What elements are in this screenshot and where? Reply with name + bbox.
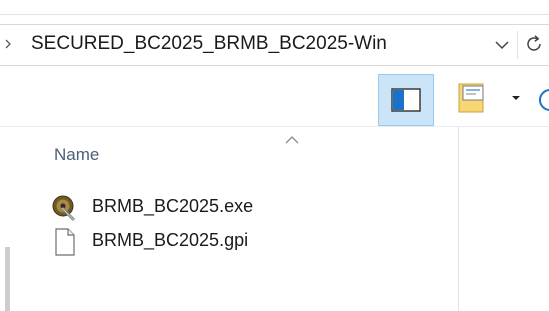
file-list: BRMB_BC2025.exe BRMB_BC2025.gpi	[52, 192, 452, 260]
view-toolbar	[0, 66, 549, 126]
file-row-gpi[interactable]: BRMB_BC2025.gpi	[52, 226, 372, 260]
file-name[interactable]: BRMB_BC2025.exe	[92, 196, 253, 217]
refresh-icon[interactable]	[525, 34, 545, 54]
details-pane-icon	[458, 83, 484, 113]
details-pane-button[interactable]	[454, 76, 498, 124]
file-name[interactable]: BRMB_BC2025.gpi	[92, 230, 248, 251]
breadcrumb-chevron-icon[interactable]	[4, 36, 14, 52]
preview-pane-button[interactable]	[378, 74, 434, 126]
address-divider	[517, 31, 518, 59]
column-header-name[interactable]: Name	[54, 145, 99, 165]
preview-pane-icon	[391, 88, 421, 112]
file-row-exe[interactable]: BRMB_BC2025.exe	[52, 192, 372, 226]
column-divider[interactable]	[458, 127, 459, 311]
blank-file-icon	[52, 228, 78, 256]
address-bar[interactable]: SECURED_BC2025_BRMB_BC2025-Win	[0, 24, 549, 66]
nav-scrollbar-thumb[interactable]	[5, 247, 10, 311]
window-top-edge	[0, 0, 549, 15]
address-path[interactable]: SECURED_BC2025_BRMB_BC2025-Win	[31, 33, 387, 55]
explorer-window: SECURED_BC2025_BRMB_BC2025-Win Name BRMB…	[0, 0, 549, 311]
sort-ascending-chevron-up-icon	[284, 132, 300, 144]
navigation-pane-edge	[0, 132, 10, 311]
exe-disc-icon	[52, 194, 78, 222]
address-history-chevron-down-icon[interactable]	[492, 35, 512, 55]
layout-options-dropdown-icon[interactable]	[508, 90, 524, 106]
column-header-row[interactable]: Name	[12, 127, 458, 173]
help-icon[interactable]	[538, 82, 549, 112]
